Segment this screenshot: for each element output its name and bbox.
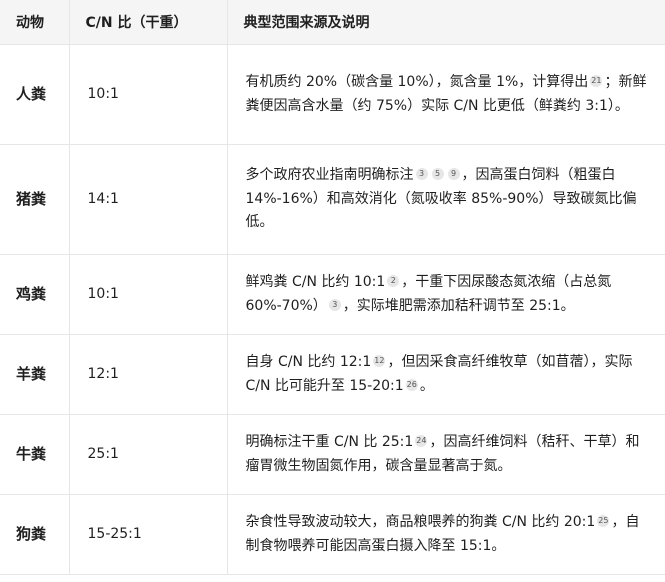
table-row: 狗粪 15-25:1 杂食性导致波动较大，商品粮喂养的狗粪 C/N 比约 20:1 2… [0,494,665,575]
citation-badge[interactable]: 25 [597,515,610,527]
description-text: 鲜鸡粪 C/N 比约 10:1 [245,274,386,290]
cn-ratio-cell: 12:1 [68,334,227,415]
description-text: 有机质约 20%（碳含量 10%），氮含量 1%，计算得出 [245,74,589,90]
description-cell: 多个政府农业指南明确标注 3 5 9 ，因高蛋白饲料（粗蛋白 14%-16%）和高效消化… [226,144,665,255]
header-animal: 动物 [0,0,69,45]
table-row: 猪粪 14:1 多个政府农业指南明确标注 3 5 9 ，因高蛋白饲料（粗蛋白 14%-16%… [0,144,665,255]
description-cell: 明确标注干重 C/N 比 25:1 24 ，因高纤维饲料（秸秆、干草）和瘤胃微生物固… [226,414,665,495]
citation-badge[interactable]: 2 [387,275,400,287]
citation-badge[interactable]: 12 [373,355,386,367]
description-text: 明确标注干重 C/N 比 25:1 [245,434,414,450]
description-cell: 鲜鸡粪 C/N 比约 10:1 2 ，干重下因尿酸态氮浓缩（占总氮 60%-70%）… [226,254,665,335]
citation-badge[interactable]: 21 [590,75,603,87]
description-text: 杂食性导致波动较大，商品粮喂养的狗粪 C/N 比约 20:1 [245,514,596,530]
animal-cell: 鸡粪 [0,254,69,335]
animal-cell: 牛粪 [0,414,69,495]
description-text: 多个政府农业指南明确标注 [245,167,414,184]
cn-ratio-cell: 15-25:1 [68,494,227,575]
animal-cell: 人粪 [0,44,69,145]
description-text: ，实际堆肥需添加秸秆调节至 25:1。 [342,297,575,314]
animal-cell: 狗粪 [0,494,69,575]
cn-ratio-cell: 10:1 [68,254,227,335]
citation-badge[interactable]: 9 [447,168,460,181]
table-row: 牛粪 25:1 明确标注干重 C/N 比 25:1 24 ，因高纤维饲料（秸秆、干草）和… [0,414,665,495]
table-row: 鸡粪 10:1 鲜鸡粪 C/N 比约 10:1 2 ，干重下因尿酸态氮浓缩（占总氮 60… [0,254,665,335]
table-row: 人粪 10:1 有机质约 20%（碳含量 10%），氮含量 1%，计算得出 21 ；新鲜… [0,44,665,145]
citation-badge[interactable]: 5 [431,168,444,181]
cn-ratio-cell: 10:1 [68,44,227,145]
cn-ratio-table: 动物 C/N 比（干重） 典型范围来源及说明 人粪 10:1 有机质约 20%（碳含… [0,0,665,575]
header-cn-ratio: C/N 比（干重） [68,0,227,45]
animal-cell: 猪粪 [0,144,69,255]
citation-badge[interactable]: 26 [405,378,418,391]
citation-badge[interactable]: 24 [415,435,428,447]
header-row: 动物 C/N 比（干重） 典型范围来源及说明 [0,0,665,45]
table-header: 动物 C/N 比（干重） 典型范围来源及说明 [0,0,665,45]
description-cell: 有机质约 20%（碳含量 10%），氮含量 1%，计算得出 21 ；新鲜粪便因高含水… [226,44,665,145]
header-description: 典型范围来源及说明 [226,0,665,45]
table-body: 人粪 10:1 有机质约 20%（碳含量 10%），氮含量 1%，计算得出 21 ；新鲜… [0,44,665,575]
cn-ratio-cell: 25:1 [68,414,227,495]
description-text: 。 [419,377,434,394]
table-row: 羊粪 12:1 自身 C/N 比约 12:1 12 ，但因采食高纤维牧草（如苜蓿），实际… [0,334,665,415]
cn-ratio-cell: 14:1 [68,144,227,255]
citation-badge[interactable]: 3 [415,168,428,181]
animal-cell: 羊粪 [0,334,69,415]
description-cell: 自身 C/N 比约 12:1 12 ，但因采食高纤维牧草（如苜蓿），实际 C/N 比… [226,334,665,415]
description-text: 自身 C/N 比约 12:1 [245,354,372,370]
citation-badge[interactable]: 3 [328,298,341,311]
description-cell: 杂食性导致波动较大，商品粮喂养的狗粪 C/N 比约 20:1 25 ，自制食物喂养可… [226,494,665,575]
